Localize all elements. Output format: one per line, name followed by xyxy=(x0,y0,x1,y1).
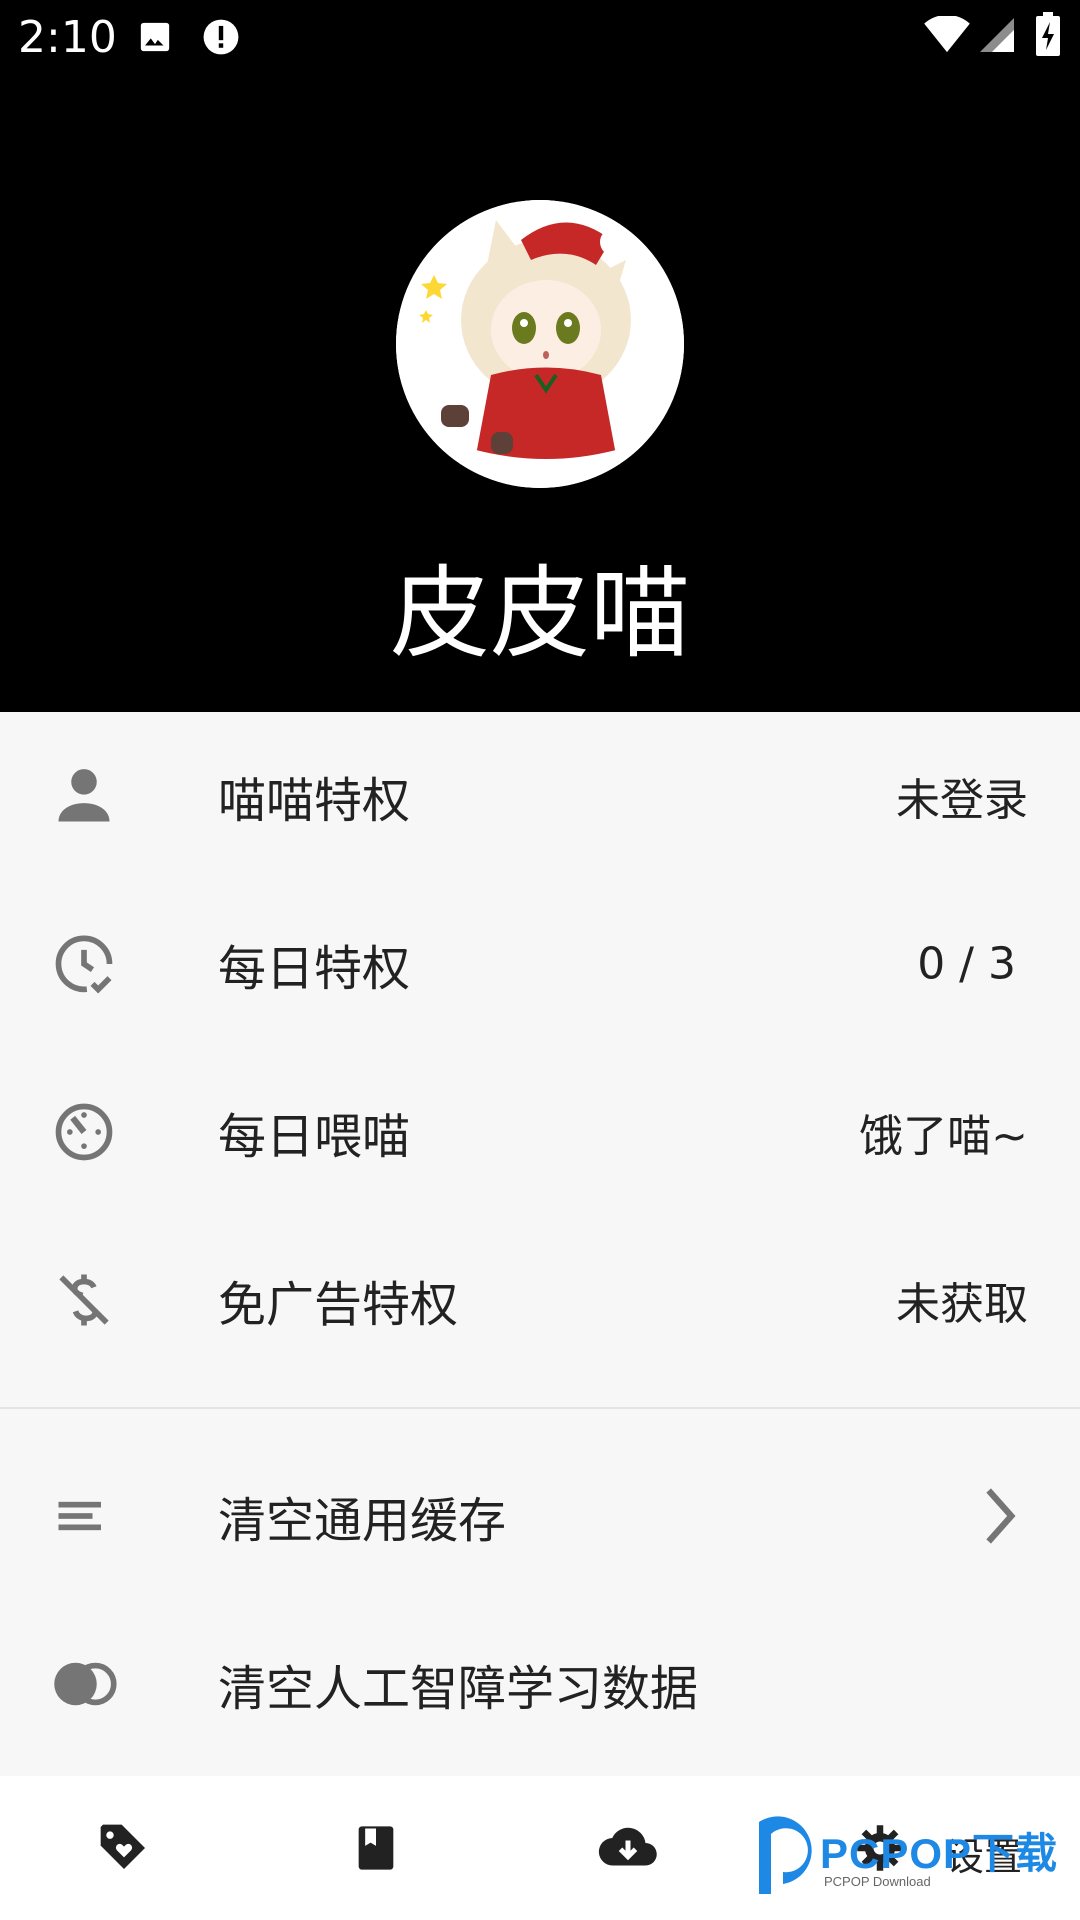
menu-item-daily-feed[interactable]: 每日喂喵 饿了喵~ xyxy=(0,1048,1080,1216)
menu-item-label: 清空通用缓存 xyxy=(218,1493,507,1549)
watermark-subtext: PCPOP Download xyxy=(824,1874,931,1889)
menu-item-label: 喵喵特权 xyxy=(218,773,411,829)
clock-check-icon xyxy=(50,930,118,998)
menu-item-label: 每日特权 xyxy=(218,941,411,997)
menu-item-clear-cache[interactable]: 清空通用缓存 xyxy=(0,1432,1080,1600)
anime-cat-girl-avatar xyxy=(396,200,684,488)
avatar[interactable] xyxy=(396,200,684,488)
menu-item-clear-ai-data[interactable]: 清空人工智障学习数据 xyxy=(0,1600,1080,1768)
chevron-right-icon xyxy=(966,1482,1034,1550)
username: 皮皮喵 xyxy=(390,555,690,672)
menu-item-label: 每日喂喵 xyxy=(218,1109,411,1165)
menu-item-meow-privilege[interactable]: 喵喵特权 未登录 xyxy=(0,712,1080,880)
lines-icon xyxy=(50,1482,118,1550)
menu-item-value: 饿了喵~ xyxy=(859,1111,1028,1162)
divider xyxy=(0,1407,1080,1409)
wifi-icon xyxy=(924,14,970,58)
menu-item-label: 清空人工智障学习数据 xyxy=(218,1661,699,1717)
menu-item-daily-privilege[interactable]: 每日特权 0 / 3 xyxy=(0,880,1080,1048)
book-icon xyxy=(358,1826,394,1870)
image-icon xyxy=(138,20,172,58)
person-icon xyxy=(50,762,118,830)
tag-heart-icon xyxy=(100,1824,145,1869)
menu-item-label: 免广告特权 xyxy=(218,1277,459,1333)
menu-item-ad-free[interactable]: 免广告特权 未获取 xyxy=(0,1216,1080,1384)
watermark-text: PCPOP下载 xyxy=(820,1830,1059,1877)
menu-item-value: 未获取 xyxy=(896,1279,1028,1330)
timer-icon xyxy=(50,1098,118,1166)
status-bar: 2:10 xyxy=(0,0,1080,72)
cloud-download-icon xyxy=(598,1827,657,1866)
menu-item-value: 0 / 3 xyxy=(917,938,1016,990)
nav-item-downloads[interactable] xyxy=(528,1776,728,1920)
toggle-circles-icon xyxy=(50,1650,118,1718)
status-time: 2:10 xyxy=(18,12,117,63)
signal-icon xyxy=(980,16,1014,58)
no-money-icon xyxy=(50,1266,118,1334)
profile-header: 皮皮喵 xyxy=(0,72,1080,712)
menu-item-value: 未登录 xyxy=(896,775,1028,826)
nav-item-tags[interactable] xyxy=(24,1776,224,1920)
alert-icon xyxy=(202,18,240,60)
battery-charging-icon xyxy=(1036,12,1060,60)
nav-item-books[interactable] xyxy=(276,1776,476,1920)
